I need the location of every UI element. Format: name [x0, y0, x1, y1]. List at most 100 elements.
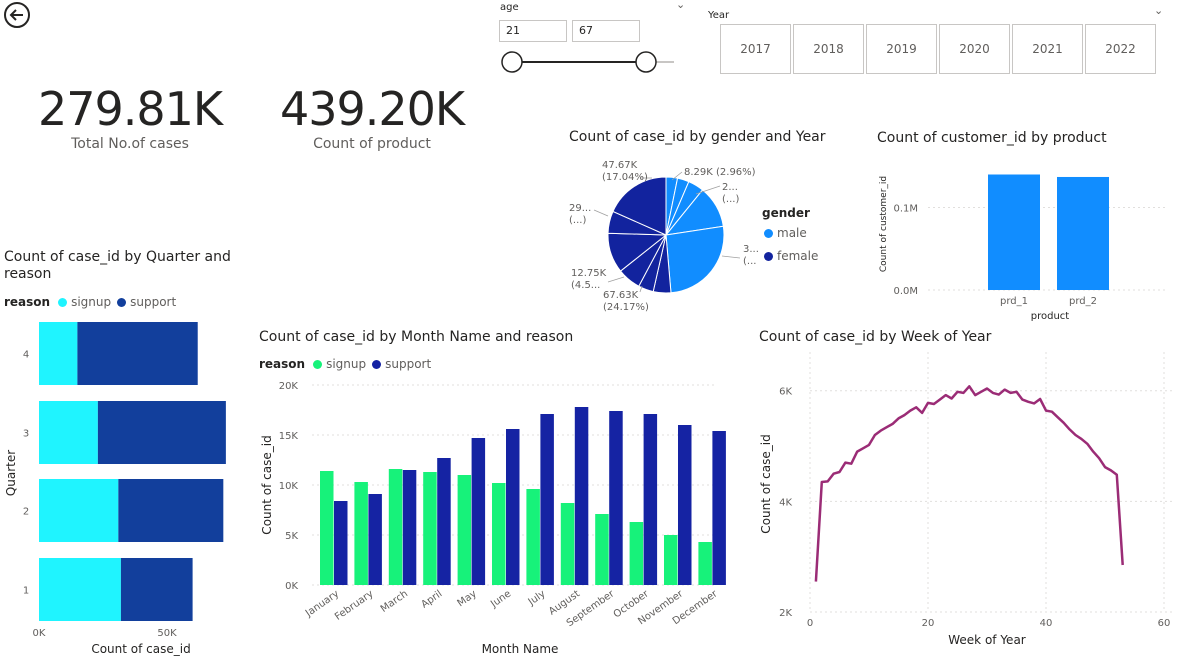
product-y-axis-title: Count of customer_id: [879, 176, 889, 272]
year-tiles: 2017 2018 2019 2020 2021 2022: [720, 24, 1158, 74]
year-tile-2022[interactable]: 2022: [1085, 24, 1156, 74]
kpi-total-cases-label: Total No.of cases: [71, 136, 189, 152]
week-x-axis-title: Week of Year: [948, 633, 1026, 647]
week-xtick-label: 60: [1158, 618, 1171, 629]
age-max-input[interactable]: 67: [572, 20, 640, 42]
week-xtick-label: 40: [1040, 618, 1053, 629]
month-bar-signup-november: [664, 535, 678, 585]
pie-data-label-pct: (...): [722, 194, 739, 205]
month-bar-support-june: [506, 429, 520, 585]
month-xtick-label: April: [419, 588, 444, 610]
product-bar-prd_1: [988, 174, 1040, 290]
quarter-ytick-label: 4: [23, 350, 29, 361]
age-min-handle[interactable]: [501, 51, 523, 73]
quarter-ytick-label: 1: [23, 586, 29, 597]
signup-dot-icon: [58, 297, 68, 307]
support-dot-icon: [372, 359, 382, 369]
year-tile-2019[interactable]: 2019: [866, 24, 937, 74]
month-bar-chart[interactable]: 0K5K10K15K20KJanuaryFebruary March April Ma…: [252, 374, 732, 658]
age-min-input[interactable]: 21: [499, 20, 567, 42]
gender-pie-chart[interactable]: 47.67K(17.04%) 8.29K (2.96%)2...(...)29..…: [560, 150, 860, 322]
month-bar-signup-february: [354, 482, 368, 585]
month-x-axis-title: Month Name: [482, 642, 559, 656]
quarter-xtick-label: 0K: [33, 628, 46, 639]
quarter-chart-title: Count of case_id by Quarter and reason: [4, 249, 231, 282]
chevron-down-icon[interactable]: ⌄: [676, 0, 685, 11]
back-button[interactable]: [4, 2, 30, 28]
pie-data-label: 67.63K: [603, 290, 639, 301]
pie-slice-5: [665, 225, 725, 294]
week-xtick-label: 20: [922, 618, 935, 629]
month-xtick-label: February: [333, 588, 376, 622]
product-bar-prd_2: [1057, 176, 1109, 290]
month-bar-support-april: [437, 458, 451, 585]
month-bar-support-february: [368, 494, 382, 585]
month-bar-support-november: [678, 425, 692, 585]
month-bar-support-march: [402, 470, 417, 585]
month-bar-signup-october: [629, 522, 644, 585]
month-bar-signup-june: [492, 483, 506, 585]
quarter-hbar-chart[interactable]: 4 3 2 1 0K 50K Count of case_id Quarter: [0, 312, 245, 658]
year-tile-2017[interactable]: 2017: [720, 24, 791, 74]
week-ytick-label: 6K: [779, 387, 792, 398]
quarter-ytick-label: 3: [23, 429, 29, 440]
age-max-handle[interactable]: [635, 51, 657, 73]
month-bar-support-january: [334, 501, 348, 585]
month-bar-signup-january: [320, 471, 334, 585]
week-line-chart[interactable]: 2K 4K 6K 0 20 40 60 Week of Year Count of case_i…: [752, 352, 1177, 658]
month-ytick-label: 20K: [279, 381, 299, 392]
pie-data-label-pct: (...: [743, 256, 756, 267]
quarter-y-axis-title: Quarter: [4, 450, 18, 496]
chevron-down-icon[interactable]: ⌄: [1154, 4, 1163, 17]
product-bar-chart[interactable]: 0.0M 0.1M prd_1 prd_2product Count of custom…: [872, 158, 1172, 324]
arrow-left-icon: [9, 9, 23, 21]
year-slicer-label: Year: [708, 10, 730, 21]
month-xtick-label: March: [379, 588, 410, 614]
pie-legend-title: gender: [762, 206, 810, 220]
quarter-bar-signup-q2: [39, 479, 119, 542]
year-tile-2018[interactable]: 2018: [793, 24, 864, 74]
signup-dot-icon: [313, 359, 323, 369]
pie-legend-male[interactable]: male: [764, 226, 807, 240]
month-bar-signup-september: [595, 514, 609, 585]
kpi-total-cases-value: 279.81K: [37, 82, 223, 136]
product-x-axis-title: product: [1031, 311, 1070, 322]
pie-data-label: 47.67K: [602, 160, 638, 171]
month-xtick-label: May: [456, 588, 479, 609]
month-bar-support-december: [712, 431, 726, 585]
pie-data-label: 3...: [743, 244, 759, 255]
month-bar-signup-march: [388, 469, 403, 585]
week-xtick-label: 0: [807, 618, 813, 629]
week-y-axis-title: Count of case_id: [759, 434, 773, 533]
support-dot-icon: [117, 297, 127, 307]
year-tile-2021[interactable]: 2021: [1012, 24, 1083, 74]
month-bar-support-september: [609, 411, 623, 585]
product-ytick-label: 0.0M: [893, 286, 918, 297]
pie-data-label-pct: (...): [569, 215, 586, 226]
quarter-bar-support-q2: [118, 479, 224, 542]
month-y-axis-title: Count of case_id: [260, 435, 274, 534]
age-range-slider[interactable]: [498, 50, 678, 74]
month-bar-signup-december: [698, 542, 712, 585]
quarter-x-axis-title: Count of case_id: [91, 642, 190, 656]
month-xtick-label: July: [526, 588, 548, 608]
kpi-count-product: 439.20K Count of product: [272, 82, 472, 152]
month-ytick-label: 15K: [279, 431, 299, 442]
pie-data-label-pct: (24.17%): [603, 302, 649, 313]
year-tile-2020[interactable]: 2020: [939, 24, 1010, 74]
month-bar-signup-april: [423, 472, 437, 585]
pie-legend-female[interactable]: female: [764, 249, 818, 263]
pie-data-label: 12.75K: [571, 268, 607, 279]
month-bar-signup-may: [457, 475, 472, 585]
week-chart-title: Count of case_id by Week of Year: [759, 329, 992, 345]
pie-data-label-pct: (17.04%): [602, 172, 648, 183]
pie-data-label-pct: (4.5...: [571, 280, 600, 291]
product-chart-title: Count of customer_id by product: [877, 130, 1107, 146]
quarter-xtick-label: 50K: [157, 628, 177, 639]
age-slicer-label: age: [500, 2, 519, 13]
quarter-bar-support-q3: [97, 401, 226, 464]
product-ytick-label: 0.1M: [893, 204, 918, 215]
quarter-legend: reason signup support: [4, 295, 177, 309]
product-xtick-label: prd_2: [1069, 296, 1097, 307]
week-ytick-label: 2K: [779, 608, 792, 619]
